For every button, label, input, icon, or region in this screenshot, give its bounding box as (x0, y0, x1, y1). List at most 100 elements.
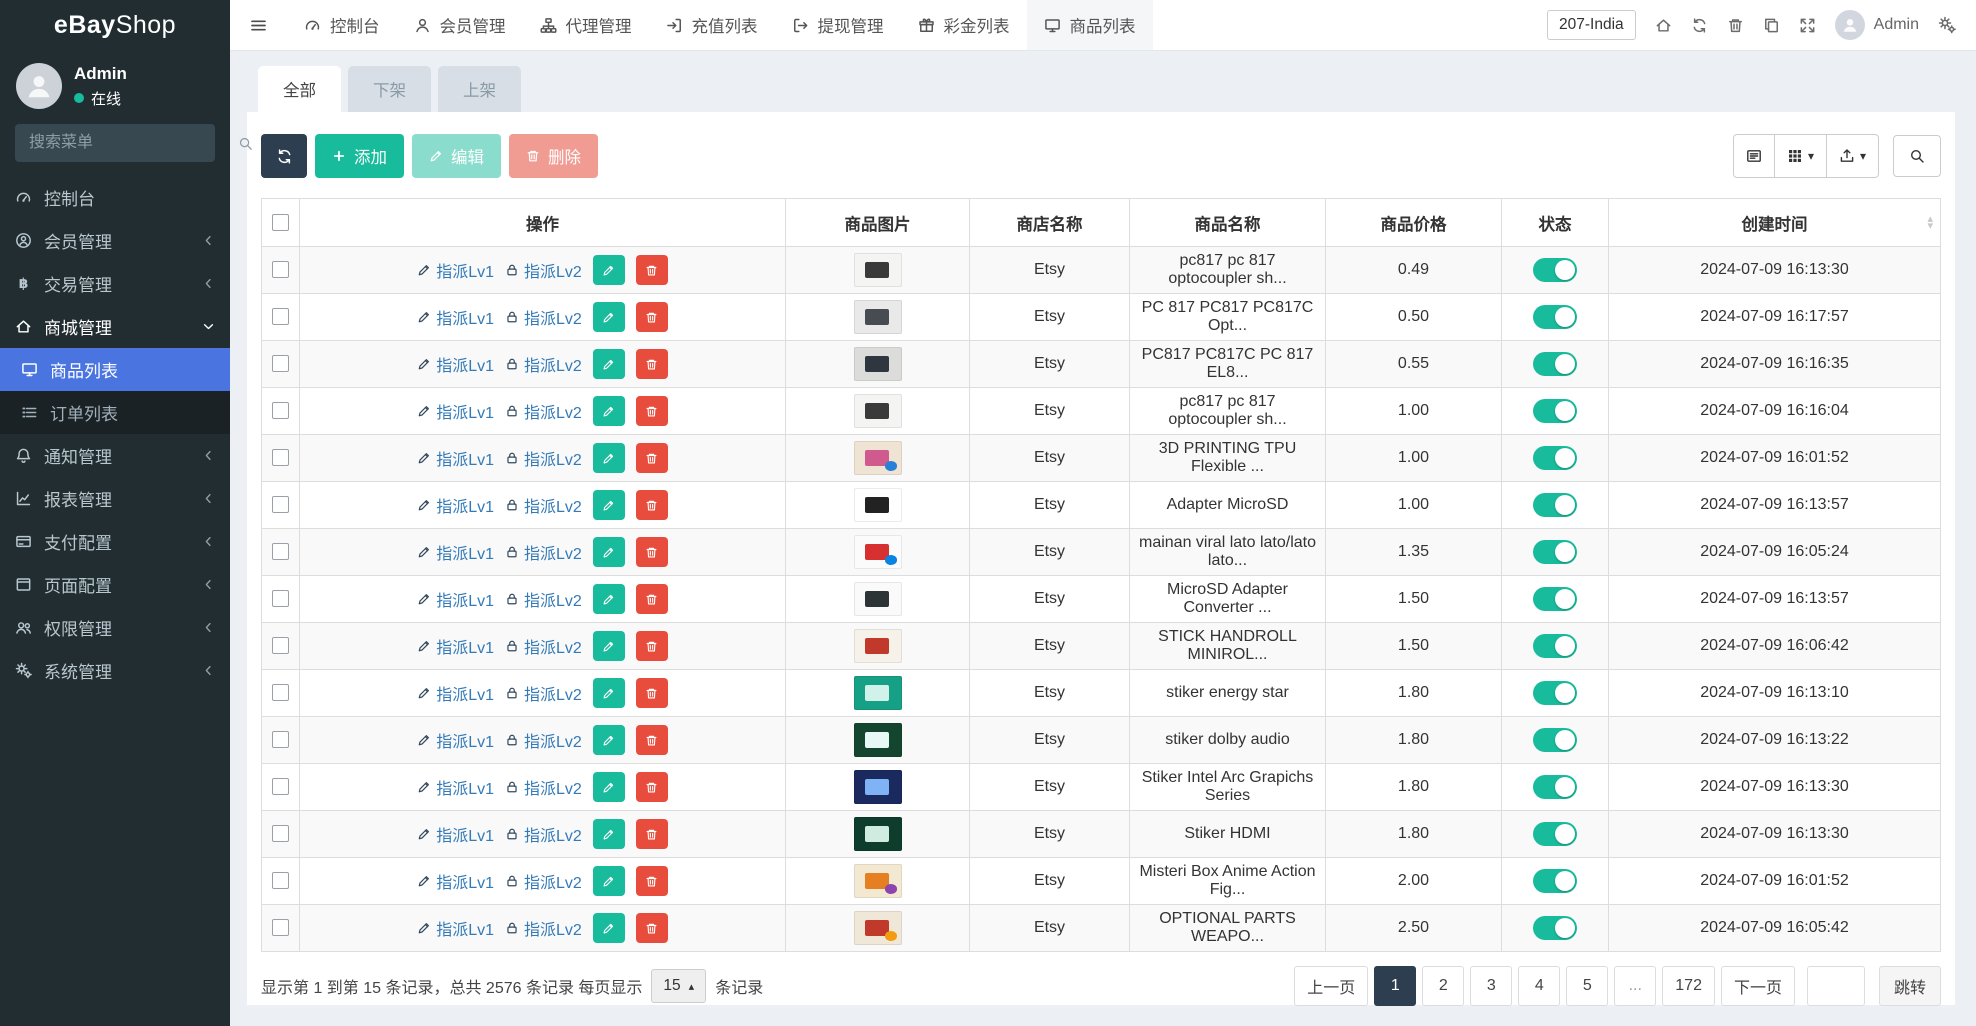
assign-lv2-link[interactable]: 指派Lv2 (505, 587, 582, 611)
row-edit-button[interactable] (593, 255, 625, 285)
assign-lv2-link[interactable]: 指派Lv2 (505, 258, 582, 282)
sidebar-item-2[interactable]: ฿交易管理 (0, 262, 230, 305)
navbar-home-button[interactable] (1655, 17, 1672, 34)
view-list-alt-button[interactable] (1733, 134, 1775, 178)
sidebar-search-icon[interactable] (238, 136, 253, 151)
row-delete-button[interactable] (636, 490, 668, 520)
status-toggle[interactable] (1533, 587, 1577, 611)
sidebar-item-0[interactable]: 控制台 (0, 176, 230, 219)
navbar-user-menu[interactable]: Admin (1835, 10, 1919, 40)
assign-lv2-link[interactable]: 指派Lv2 (505, 775, 582, 799)
nav-item-3[interactable]: 充值列表 (649, 0, 775, 50)
assign-lv1-link[interactable]: 指派Lv1 (417, 634, 494, 658)
assign-lv1-link[interactable]: 指派Lv1 (417, 728, 494, 752)
view-export-button[interactable]: ▾ (1827, 134, 1879, 178)
page-button-4[interactable]: 4 (1518, 966, 1560, 1006)
assign-lv2-link[interactable]: 指派Lv2 (505, 728, 582, 752)
assign-lv1-link[interactable]: 指派Lv1 (417, 493, 494, 517)
row-delete-button[interactable] (636, 443, 668, 473)
status-toggle[interactable] (1533, 446, 1577, 470)
nav-item-5[interactable]: 彩金列表 (901, 0, 1027, 50)
row-checkbox[interactable] (272, 496, 289, 513)
row-delete-button[interactable] (636, 866, 668, 896)
row-delete-button[interactable] (636, 396, 668, 426)
status-toggle[interactable] (1533, 916, 1577, 940)
row-checkbox[interactable] (272, 684, 289, 701)
sidebar-item-1[interactable]: 会员管理 (0, 219, 230, 262)
row-edit-button[interactable] (593, 631, 625, 661)
assign-lv2-link[interactable]: 指派Lv2 (505, 352, 582, 376)
status-toggle[interactable] (1533, 822, 1577, 846)
row-checkbox[interactable] (272, 449, 289, 466)
row-checkbox[interactable] (272, 261, 289, 278)
row-delete-button[interactable] (636, 631, 668, 661)
row-delete-button[interactable] (636, 255, 668, 285)
row-edit-button[interactable] (593, 349, 625, 379)
page-size-select[interactable]: 15▴ (651, 969, 706, 1003)
page-button-2[interactable]: 2 (1422, 966, 1464, 1006)
assign-lv1-link[interactable]: 指派Lv1 (417, 587, 494, 611)
row-checkbox[interactable] (272, 543, 289, 560)
row-delete-button[interactable] (636, 725, 668, 755)
row-edit-button[interactable] (593, 913, 625, 943)
region-button[interactable]: 207-India (1547, 10, 1636, 40)
tab-1[interactable]: 下架 (348, 66, 431, 112)
nav-item-1[interactable]: 会员管理 (397, 0, 523, 50)
row-edit-button[interactable] (593, 819, 625, 849)
page-button-5[interactable]: 5 (1566, 966, 1608, 1006)
row-checkbox[interactable] (272, 731, 289, 748)
status-toggle[interactable] (1533, 728, 1577, 752)
row-delete-button[interactable] (636, 537, 668, 567)
nav-item-6[interactable]: 商品列表 (1027, 0, 1153, 50)
status-toggle[interactable] (1533, 869, 1577, 893)
status-toggle[interactable] (1533, 305, 1577, 329)
sidebar-item-4[interactable]: 商品列表 (0, 348, 230, 391)
jump-page-input[interactable] (1807, 966, 1865, 1006)
assign-lv2-link[interactable]: 指派Lv2 (505, 399, 582, 423)
sidebar-item-8[interactable]: 支付配置 (0, 520, 230, 563)
assign-lv1-link[interactable]: 指派Lv1 (417, 258, 494, 282)
assign-lv1-link[interactable]: 指派Lv1 (417, 869, 494, 893)
assign-lv1-link[interactable]: 指派Lv1 (417, 305, 494, 329)
select-all-checkbox[interactable] (272, 214, 289, 231)
row-edit-button[interactable] (593, 537, 625, 567)
sidebar-item-6[interactable]: 通知管理 (0, 434, 230, 477)
navbar-trash-button[interactable] (1727, 17, 1744, 34)
add-button[interactable]: 添加 (315, 134, 404, 178)
row-checkbox[interactable] (272, 402, 289, 419)
prev-page-button[interactable]: 上一页 (1294, 966, 1368, 1006)
assign-lv1-link[interactable]: 指派Lv1 (417, 681, 494, 705)
nav-item-0[interactable]: 控制台 (287, 0, 397, 50)
row-edit-button[interactable] (593, 772, 625, 802)
row-edit-button[interactable] (593, 584, 625, 614)
row-delete-button[interactable] (636, 772, 668, 802)
status-toggle[interactable] (1533, 352, 1577, 376)
row-edit-button[interactable] (593, 678, 625, 708)
row-checkbox[interactable] (272, 308, 289, 325)
assign-lv2-link[interactable]: 指派Lv2 (505, 822, 582, 846)
assign-lv2-link[interactable]: 指派Lv2 (505, 681, 582, 705)
assign-lv2-link[interactable]: 指派Lv2 (505, 305, 582, 329)
row-checkbox[interactable] (272, 872, 289, 889)
row-checkbox[interactable] (272, 590, 289, 607)
row-checkbox[interactable] (272, 919, 289, 936)
assign-lv1-link[interactable]: 指派Lv1 (417, 540, 494, 564)
sidebar-item-11[interactable]: 系统管理 (0, 649, 230, 692)
assign-lv2-link[interactable]: 指派Lv2 (505, 446, 582, 470)
row-delete-button[interactable] (636, 913, 668, 943)
page-button-172[interactable]: 172 (1662, 966, 1715, 1006)
status-toggle[interactable] (1533, 540, 1577, 564)
status-toggle[interactable] (1533, 634, 1577, 658)
row-edit-button[interactable] (593, 866, 625, 896)
next-page-button[interactable]: 下一页 (1721, 966, 1795, 1006)
assign-lv2-link[interactable]: 指派Lv2 (505, 916, 582, 940)
column-header[interactable]: 创建时间▴▾ (1609, 199, 1941, 247)
status-toggle[interactable] (1533, 493, 1577, 517)
sidebar-item-7[interactable]: 报表管理 (0, 477, 230, 520)
tab-0[interactable]: 全部 (258, 66, 341, 112)
assign-lv1-link[interactable]: 指派Lv1 (417, 352, 494, 376)
table-search-button[interactable] (1893, 135, 1941, 177)
assign-lv1-link[interactable]: 指派Lv1 (417, 399, 494, 423)
status-toggle[interactable] (1533, 681, 1577, 705)
sidebar-item-9[interactable]: 页面配置 (0, 563, 230, 606)
